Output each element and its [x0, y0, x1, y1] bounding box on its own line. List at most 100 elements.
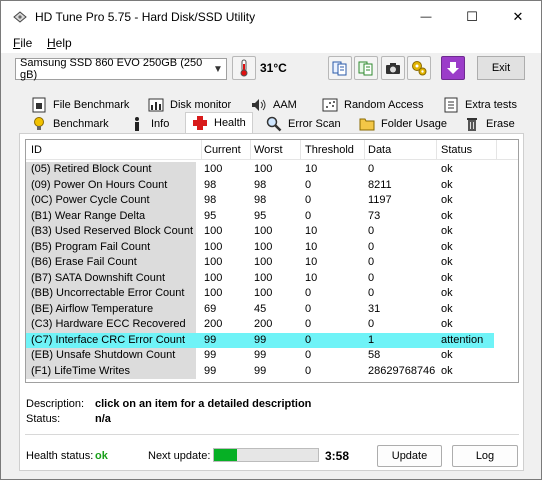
column-header-id[interactable]: ID [31, 144, 42, 156]
cell-id: (05) Retired Block Count [31, 163, 152, 175]
update-button[interactable]: Update [377, 445, 442, 467]
minimize-button[interactable]: — [403, 1, 449, 33]
next-update-progress [213, 448, 319, 462]
column-divider[interactable] [496, 140, 497, 160]
maximize-button[interactable]: ☐ [449, 1, 495, 33]
cell-data: 73 [368, 209, 381, 222]
column-divider[interactable] [364, 140, 365, 160]
cell-id: (B1) Wear Range Delta [31, 209, 146, 222]
column-header-status[interactable]: Status [441, 144, 472, 156]
tab-file-benchmark[interactable]: File Benchmark [31, 95, 129, 114]
cell-threshold: 0 [305, 302, 312, 315]
column-header-data[interactable]: Data [368, 144, 391, 156]
table-row[interactable]: (BE) Airflow Temperature 69 45 0 31 ok [26, 301, 518, 317]
cell-data: 31 [368, 302, 381, 315]
save-button[interactable] [441, 56, 465, 80]
tab-aam[interactable]: AAM [251, 95, 297, 114]
download-arrow-icon [447, 62, 459, 74]
copy-info-button[interactable] [328, 56, 352, 80]
cell-data: 0 [368, 163, 375, 175]
cell-current: 100 [204, 256, 223, 268]
cell-worst: 100 [254, 271, 273, 284]
table-row[interactable]: (C3) Hardware ECC Recovered 200 200 0 0 ok [26, 317, 518, 333]
table-row[interactable]: (B6) Erase Fail Count 100 100 10 0 ok [26, 255, 518, 271]
cell-current: 100 [204, 225, 223, 237]
table-row[interactable]: (B1) Wear Range Delta 95 95 0 73 ok [26, 208, 518, 224]
log-button[interactable]: Log [452, 445, 518, 467]
cell-data: 1197 [368, 194, 392, 206]
cell-threshold: 0 [305, 287, 312, 299]
info-icon [129, 116, 145, 132]
tab-error-scan[interactable]: Error Scan [266, 114, 341, 133]
cell-data: 0 [368, 225, 375, 237]
folder-icon [359, 116, 375, 132]
cell-id: (EB) Unsafe Shutdown Count [31, 349, 176, 361]
cell-current: 100 [204, 287, 223, 299]
tab-health[interactable]: Health [185, 112, 253, 133]
column-divider[interactable] [436, 140, 437, 160]
smart-attribute-table[interactable]: ID Current Worst Threshold Data Status (… [25, 139, 519, 383]
cell-id: (B5) Program Fail Count [31, 240, 151, 253]
table-row[interactable]: (BB) Uncorrectable Error Count 100 100 0 0 ok [26, 286, 518, 302]
table-row[interactable]: (EB) Unsafe Shutdown Count 99 99 0 58 ok [26, 348, 518, 364]
cell-threshold: 0 [305, 349, 312, 361]
table-row[interactable]: (09) Power On Hours Count 98 98 0 8211 ok [26, 177, 518, 193]
next-update-label: Next update: [148, 450, 211, 462]
tab-erase[interactable]: Erase [464, 114, 515, 133]
table-row[interactable]: (B7) SATA Downshift Count 100 100 10 0 ok [26, 270, 518, 286]
progress-fill [214, 449, 237, 461]
tab-random-access[interactable]: Random Access [322, 95, 423, 114]
table-row[interactable]: (B5) Program Fail Count 100 100 10 0 ok [26, 239, 518, 255]
cell-status: ok [441, 364, 453, 377]
drive-select[interactable]: Samsung SSD 860 EVO 250GB (250 gB) ▼ [15, 57, 227, 81]
cell-id: (B7) SATA Downshift Count [31, 271, 166, 284]
speaker-icon [251, 97, 267, 113]
menu-help[interactable]: Help [47, 36, 72, 50]
tab-label: Health [214, 117, 246, 129]
cell-threshold: 0 [305, 178, 312, 191]
benchmark-icon [31, 116, 47, 132]
tab-label: Info [151, 117, 170, 130]
health-status-value: ok [95, 450, 108, 462]
cell-status: ok [441, 225, 453, 237]
cell-id: (C7) Interface CRC Error Count [31, 333, 186, 346]
tab-label: AAM [273, 98, 297, 111]
tab-benchmark[interactable]: Benchmark [31, 114, 109, 133]
options-button[interactable] [407, 56, 431, 80]
exit-button[interactable]: Exit [477, 56, 525, 80]
tab-folder-usage[interactable]: Folder Usage [359, 114, 447, 133]
title-bar: HD Tune Pro 5.75 - Hard Disk/SSD Utility… [1, 1, 541, 33]
column-divider[interactable] [201, 140, 202, 160]
health-cross-icon [192, 115, 208, 131]
cell-current: 69 [204, 302, 217, 315]
column-divider[interactable] [300, 140, 301, 160]
screenshot-button[interactable] [381, 56, 405, 80]
cell-worst: 99 [254, 349, 267, 361]
cell-current: 99 [204, 349, 217, 361]
copy-all-button[interactable] [354, 56, 378, 80]
table-row[interactable]: (05) Retired Block Count 100 100 10 0 ok [26, 162, 518, 178]
menu-file[interactable]: File [13, 36, 32, 50]
temperature-button[interactable] [232, 56, 256, 80]
cell-threshold: 10 [305, 256, 318, 268]
tab-label: Folder Usage [381, 117, 448, 130]
magnifier-icon [266, 116, 282, 132]
cell-data: 28629768746 [368, 364, 436, 377]
cell-worst: 100 [254, 287, 273, 299]
cell-current: 98 [204, 194, 217, 206]
column-header-worst[interactable]: Worst [254, 144, 283, 156]
table-row[interactable]: (B3) Used Reserved Block Count 100 100 10 0 o… [26, 224, 518, 240]
column-divider[interactable] [250, 140, 251, 160]
table-row[interactable]: (C7) Interface CRC Error Count 99 99 0 1 atte… [26, 332, 518, 348]
table-row[interactable]: (0C) Power Cycle Count 98 98 0 1197 ok [26, 193, 518, 209]
countdown-value: 3:58 [325, 449, 350, 463]
cell-threshold: 0 [305, 364, 312, 377]
column-header-current[interactable]: Current [204, 144, 241, 156]
tab-extra-tests[interactable]: Extra tests [443, 95, 517, 114]
tab-info[interactable]: Info [129, 114, 169, 133]
column-header-threshold[interactable]: Threshold [305, 144, 354, 156]
cell-current: 98 [204, 178, 217, 191]
close-button[interactable]: ✕ [495, 1, 541, 33]
table-row[interactable]: (F1) LifeTime Writes 99 99 0 28629768746 ok [26, 363, 518, 379]
tab-label: Benchmark [53, 117, 109, 130]
